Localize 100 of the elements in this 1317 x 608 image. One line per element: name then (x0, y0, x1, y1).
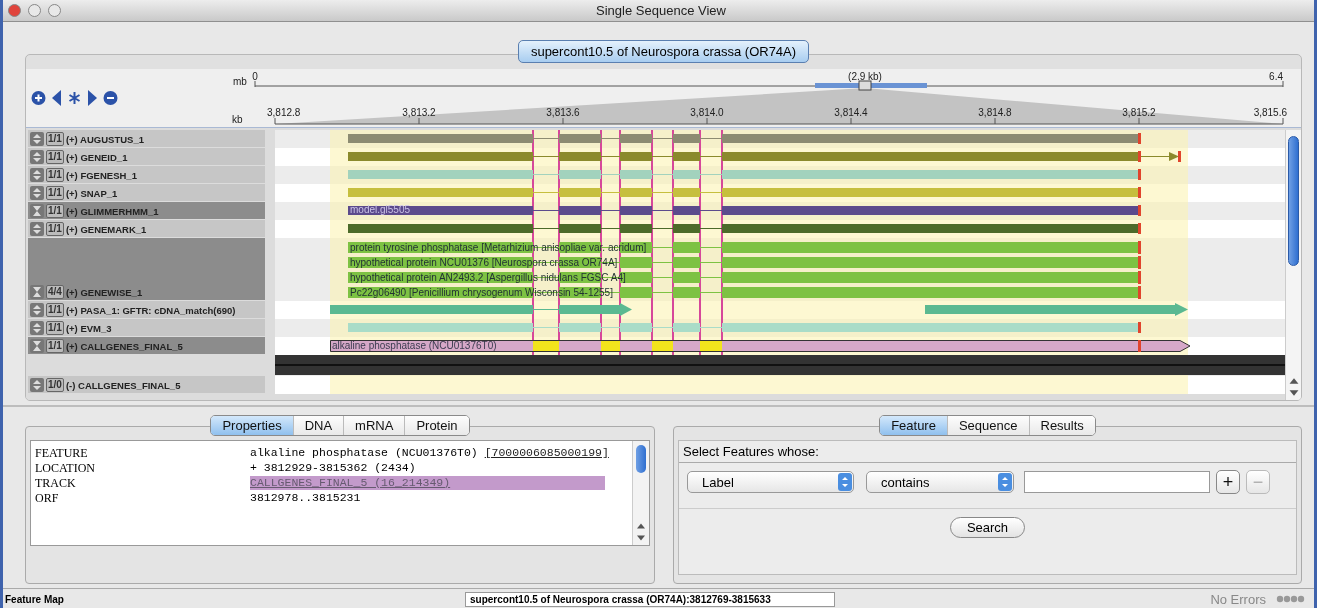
track-header[interactable]: 1/1 (+) PASA_1: GFTR: cDNA_match(690) (28, 301, 265, 318)
tab[interactable]: Results (1029, 416, 1095, 435)
count-badge: 1/1 (46, 339, 64, 353)
count-badge: 1/1 (46, 303, 64, 317)
feature-label: alkaline phosphatase (NCU01376T0) (332, 340, 497, 351)
tab[interactable]: Sequence (947, 416, 1030, 435)
track-name: (+) EVM_3 (65, 322, 112, 335)
property-label: ORF (35, 491, 60, 505)
asterisk-icon[interactable] (67, 89, 82, 107)
property-label: LOCATION (35, 461, 96, 475)
dropdown[interactable]: Label (687, 471, 854, 493)
location-field: supercont10.5 of Neurospora crassa (OR74A):3812769-3815633 (465, 591, 835, 607)
track-header[interactable]: 1/1 (+) SNAP_1 (28, 184, 265, 201)
zoom-button[interactable] (48, 4, 61, 17)
property-value: 3812978..3815231 (250, 491, 361, 504)
zoom-out-icon[interactable] (103, 89, 118, 107)
track-header[interactable]: 1/1 (+) EVM_3 (28, 319, 265, 336)
feature-label: hypothetical protein AN2493.2 [Aspergillus nidulans FGSC A4] (350, 272, 626, 283)
scale-label: 3,812.8 (267, 107, 301, 118)
tab[interactable]: DNA (293, 416, 345, 435)
track-name: (+) GLIMMERHMM_1 (65, 205, 159, 218)
feature-label: Pc22g06490 [Penicillium chrysogenum Wisconsin 54-1255] (350, 287, 613, 298)
count-badge: 1/1 (46, 132, 64, 146)
track-name: (+) SNAP_1 (65, 187, 118, 200)
window-title: Single Sequence View (595, 3, 727, 18)
search-input[interactable] (1024, 471, 1210, 493)
range-handle[interactable] (858, 80, 872, 91)
scale-label: 3,815.2 (1122, 107, 1156, 118)
track-name: (-) CALLGENES_FINAL_5 (65, 379, 181, 392)
track-header[interactable]: 1/1 (+) GENEID_1 (28, 148, 265, 165)
track-header[interactable]: 1/1 (+) GENEMARK_1 (28, 220, 265, 237)
scrollbar[interactable] (632, 441, 649, 545)
scroll-up-icon[interactable] (636, 521, 646, 531)
track-header[interactable]: 1/1 (+) AUGUSTUS_1 (28, 130, 265, 147)
scale-label: 3,814.4 (834, 107, 868, 118)
scale-label: 3,814.8 (978, 107, 1012, 118)
scrollbar[interactable] (1285, 130, 1301, 400)
track-header[interactable]: 1/1 (+) CALLGENES_FINAL_5 (28, 337, 265, 354)
track-name: (+) CALLGENES_FINAL_5 (65, 340, 183, 353)
property-value: + 3812929-3815362 (2434) (250, 461, 416, 474)
up-down-arrows-icon[interactable] (30, 303, 44, 317)
track-name: (+) GENEID_1 (65, 151, 128, 164)
stepper-icon (998, 473, 1012, 491)
scroll-down-icon[interactable] (636, 533, 646, 543)
up-down-arrows-icon[interactable] (30, 378, 44, 392)
track-header[interactable]: 1/1 (+) FGENESH_1 (28, 166, 265, 183)
count-badge: 1/1 (46, 150, 64, 164)
stepper-icon (838, 473, 852, 491)
feature-label: model.gl5505 (350, 204, 411, 215)
scale-label: 0 (252, 71, 258, 82)
track-name: (+) GENEWISE_1 (65, 286, 143, 299)
tab[interactable]: Feature (880, 416, 948, 435)
up-down-arrows-icon[interactable] (30, 168, 44, 182)
scroll-thumb[interactable] (1288, 136, 1299, 266)
scale-label: 3,815.6 (1253, 107, 1287, 118)
property-value: alkaline phosphatase (NCU01376T0) (250, 446, 478, 459)
scroll-up-icon[interactable] (1287, 376, 1300, 386)
track-header[interactable]: 4/4 (+) GENEWISE_1 (28, 238, 265, 300)
minimize-button[interactable] (28, 4, 41, 17)
unit-label: mb (233, 76, 247, 87)
track-header[interactable]: 1/1 (+) GLIMMERHMM_1 (28, 202, 265, 219)
hourglass-icon[interactable] (30, 285, 44, 299)
feature-label: hypothetical protein NCU01376 [Neurospora crassa OR74A] (350, 257, 618, 268)
up-down-arrows-icon[interactable] (30, 150, 44, 164)
up-down-arrows-icon[interactable] (30, 222, 44, 236)
close-button[interactable] (8, 4, 21, 17)
track-name: (+) PASA_1: GFTR: cDNA_match(690) (65, 304, 236, 317)
track-name: (+) GENEMARK_1 (65, 223, 147, 236)
tab[interactable]: mRNA (344, 416, 406, 435)
sequence-title[interactable]: supercont10.5 of Neurospora crassa (OR74A) (517, 40, 810, 63)
up-down-arrows-icon[interactable] (30, 321, 44, 335)
zoom-in-icon[interactable] (31, 89, 46, 107)
count-badge: 1/0 (46, 378, 64, 392)
scroll-down-icon[interactable] (1287, 388, 1300, 398)
up-down-arrows-icon[interactable] (30, 186, 44, 200)
tab[interactable]: Properties (211, 416, 294, 435)
scale-label: 3,813.6 (546, 107, 580, 118)
tab[interactable]: Protein (405, 416, 469, 435)
add-button[interactable]: + (1216, 470, 1240, 494)
up-down-arrows-icon[interactable] (30, 132, 44, 146)
status-message: No Errors (1210, 591, 1266, 607)
count-badge: 1/1 (46, 168, 64, 182)
count-badge: 4/4 (46, 285, 64, 299)
scale-label: 3,813.2 (402, 107, 436, 118)
link[interactable]: [7000006085000199] (484, 446, 609, 459)
hourglass-icon[interactable] (30, 339, 44, 353)
track-header[interactable]: 1/0 (-) CALLGENES_FINAL_5 (28, 376, 265, 393)
prompt-label: Select Features whose: (679, 441, 1296, 463)
count-badge: 1/1 (46, 204, 64, 218)
dropdown[interactable]: contains (866, 471, 1014, 493)
unit-label: kb (232, 114, 243, 125)
status-label: Feature Map (4, 593, 65, 605)
track-name: (+) FGENESH_1 (65, 169, 137, 182)
hourglass-icon[interactable] (30, 204, 44, 218)
feature-label: protein tyrosine phosphatase [Metarhizium anisopliae var. acridum] (350, 242, 647, 253)
count-badge: 1/1 (46, 222, 64, 236)
search-button[interactable]: Search (949, 517, 1026, 538)
count-badge: 1/1 (46, 186, 64, 200)
scroll-thumb[interactable] (636, 445, 646, 473)
activity-dots-icon (1276, 595, 1306, 603)
